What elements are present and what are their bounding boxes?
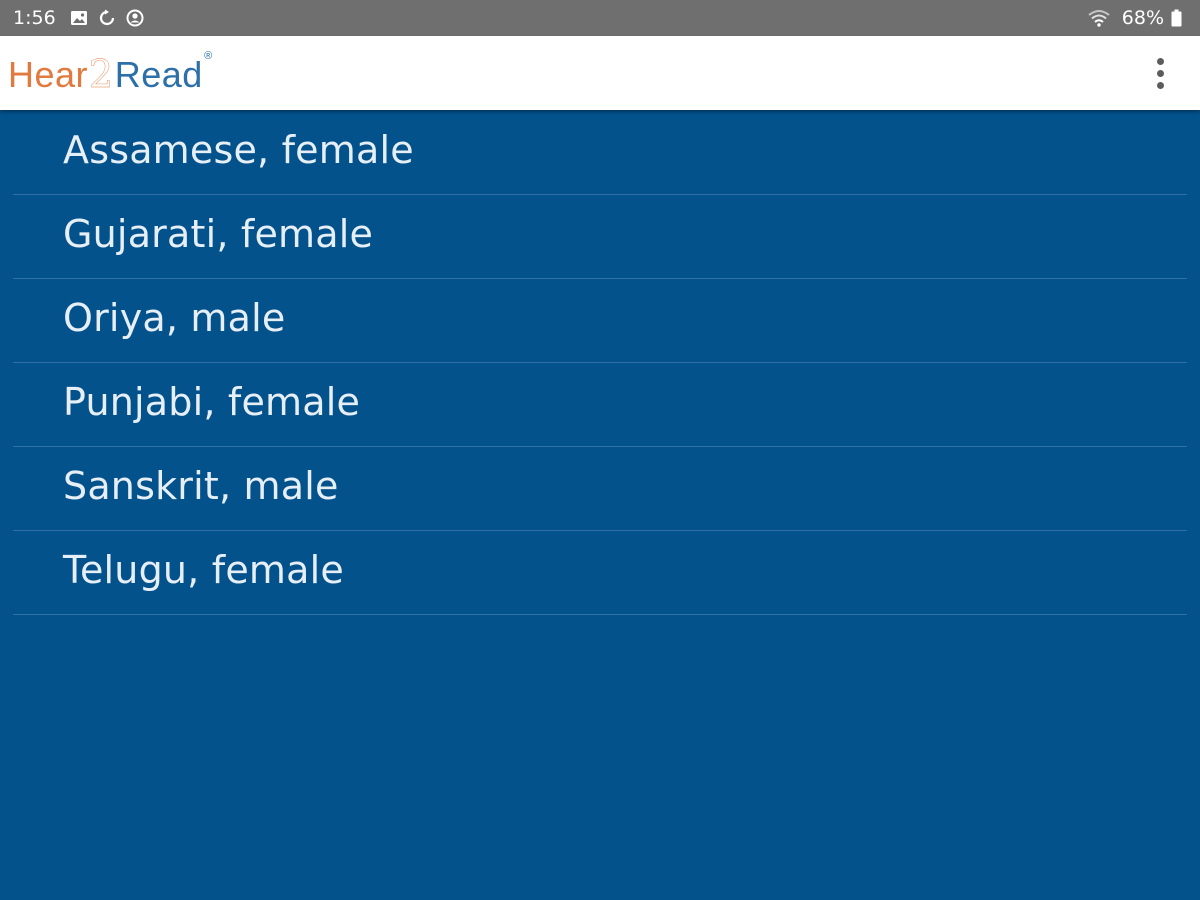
logo-hear: Hear [8, 54, 89, 95]
voice-label: Telugu, female [63, 547, 344, 592]
logo-two: 2 [89, 52, 114, 96]
logo-registered-mark: ® [204, 50, 213, 62]
account-circle-icon [124, 7, 146, 29]
battery-percent: 68% [1121, 7, 1164, 29]
app-bar: Hear 2 Read ® [0, 36, 1200, 110]
voice-label: Oriya, male [63, 295, 286, 340]
status-time: 1:56 [13, 7, 56, 29]
menu-dot [1156, 57, 1164, 65]
menu-dot [1156, 69, 1164, 77]
app-logo: Hear 2 Read ® [8, 50, 212, 96]
voice-item-oriya[interactable]: Oriya, male [13, 279, 1187, 363]
screen: 1:56 68% Hear 2 Read ® Assamese, female … [0, 0, 1200, 900]
logo-read: Read [114, 54, 203, 95]
status-left: 1:56 [0, 7, 152, 29]
battery-icon [1170, 7, 1182, 29]
voice-item-punjabi[interactable]: Punjabi, female [13, 363, 1187, 447]
voice-item-gujarati[interactable]: Gujarati, female [13, 195, 1187, 279]
sync-icon [96, 7, 118, 29]
voice-item-assamese[interactable]: Assamese, female [13, 111, 1187, 195]
status-bar: 1:56 68% [0, 0, 1200, 36]
voice-list: Assamese, female Gujarati, female Oriya,… [0, 111, 1200, 615]
menu-dot [1156, 81, 1164, 89]
image-icon [68, 7, 90, 29]
voice-item-sanskrit[interactable]: Sanskrit, male [13, 447, 1187, 531]
voice-item-telugu[interactable]: Telugu, female [13, 531, 1187, 615]
voice-label: Punjabi, female [63, 379, 361, 424]
voice-label: Gujarati, female [63, 211, 374, 256]
wifi-icon [1088, 7, 1110, 29]
more-vertical-icon[interactable] [1150, 53, 1170, 93]
status-right: 68% [1088, 7, 1200, 29]
voice-label: Assamese, female [63, 127, 414, 172]
voice-label: Sanskrit, male [63, 463, 339, 508]
